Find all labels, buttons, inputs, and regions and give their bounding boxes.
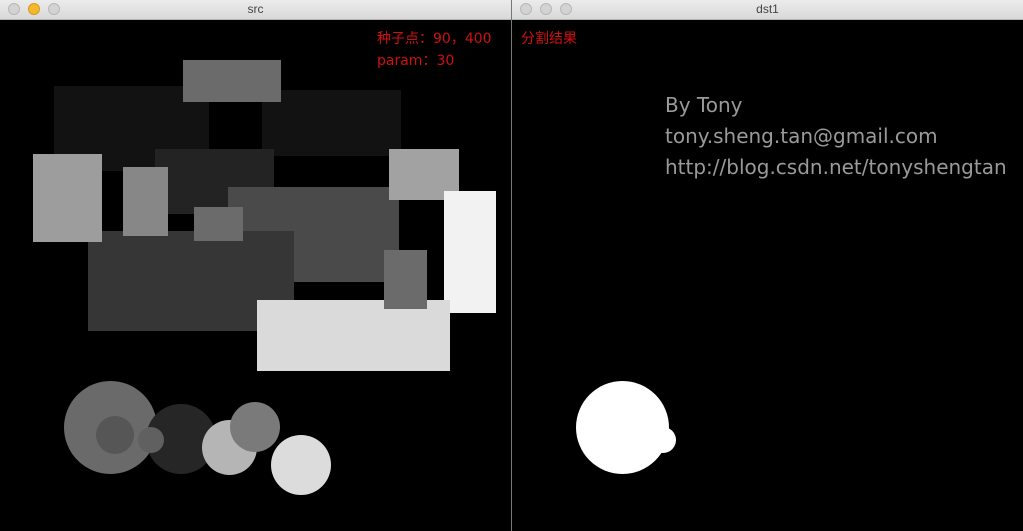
segmented-region xyxy=(576,381,669,474)
dst-window-title: dst1 xyxy=(756,2,779,16)
shape-rect xyxy=(194,207,243,241)
dst-image-canvas[interactable]: 分割结果 By Tony tony.sheng.tan@gmail.com ht… xyxy=(512,20,1023,531)
dst-window: dst1 分割结果 By Tony tony.sheng.tan@gmail.c… xyxy=(512,0,1023,531)
credits-block: By Tony tony.sheng.tan@gmail.com http://… xyxy=(665,90,1007,183)
src-titlebar[interactable]: src xyxy=(0,0,511,20)
shape-circle xyxy=(96,416,134,454)
shape-rect xyxy=(257,300,450,371)
src-window: src 种子点：90，400 param：30 xyxy=(0,0,511,531)
credits-url: http://blog.csdn.net/tonyshengtan xyxy=(665,155,1007,179)
dst-titlebar[interactable]: dst1 xyxy=(512,0,1023,20)
segmented-region-small xyxy=(650,427,676,453)
param-label: param：30 xyxy=(377,53,455,69)
src-window-title: src xyxy=(247,2,264,16)
shape-rect xyxy=(33,154,102,242)
seed-point-text: 种子点：90，400 xyxy=(377,31,492,47)
seed-point-label: 种子点：90，400 xyxy=(377,28,492,48)
shape-circle xyxy=(230,402,280,452)
credits-email: tony.sheng.tan@gmail.com xyxy=(665,124,938,148)
credits-author: By Tony xyxy=(665,93,743,117)
src-image-canvas[interactable]: 种子点：90，400 param：30 xyxy=(0,20,511,531)
shape-rect xyxy=(444,191,496,313)
shape-rect xyxy=(262,90,401,156)
shape-circle xyxy=(138,427,164,453)
shape-rect xyxy=(384,250,427,309)
shape-rect xyxy=(123,167,168,236)
shape-circle xyxy=(271,435,331,495)
result-label: 分割结果 xyxy=(521,31,577,47)
shape-rect xyxy=(183,60,281,102)
